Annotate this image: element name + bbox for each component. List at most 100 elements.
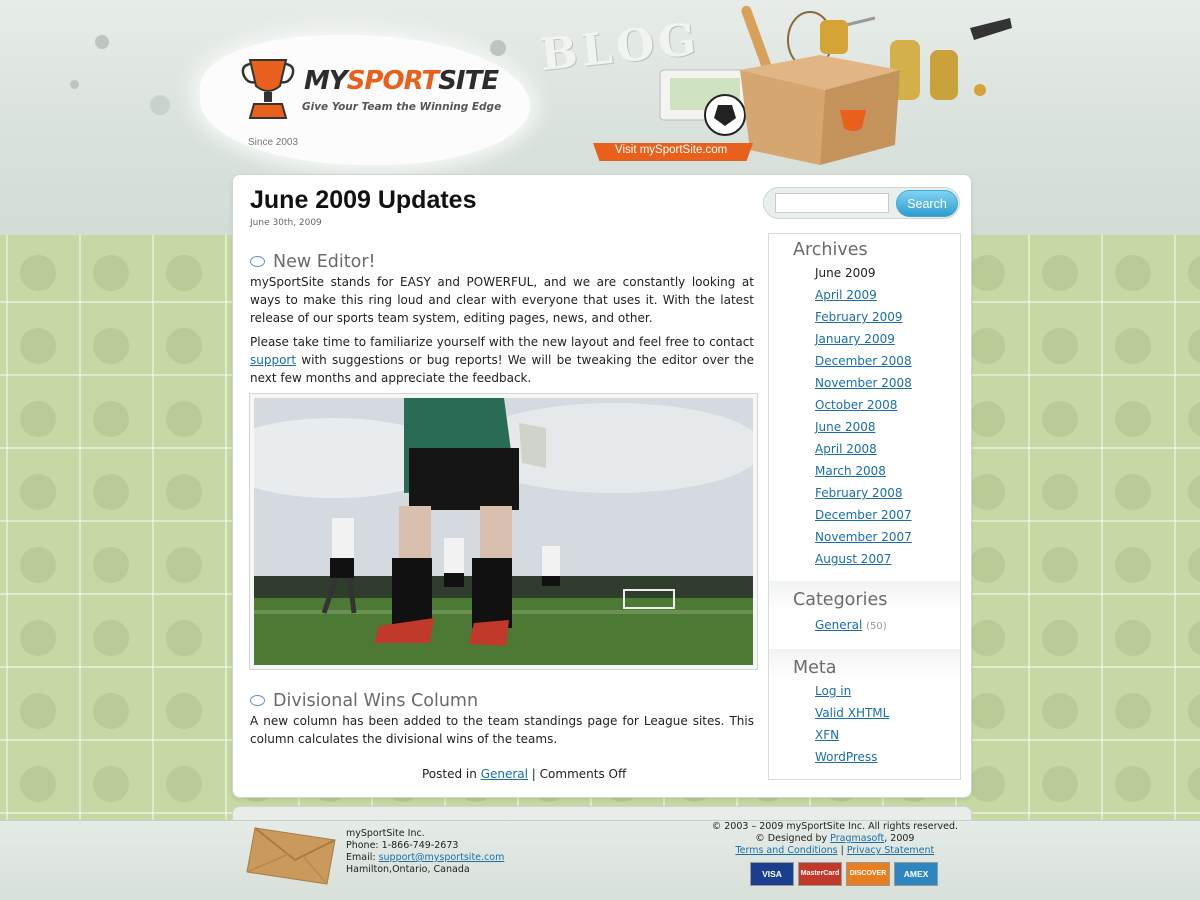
- policy-links: Terms and Conditions | Privacy Statement: [735, 845, 935, 856]
- search-input[interactable]: [775, 193, 889, 213]
- archive-link[interactable]: April 2009: [815, 288, 877, 302]
- email-link[interactable]: support@mysportsite.com: [379, 852, 505, 863]
- archive-link[interactable]: December 2007: [815, 508, 912, 522]
- paragraph-text: Please take time to familiarize yourself…: [250, 335, 754, 349]
- archive-item: December 2007: [815, 507, 912, 529]
- copyright-text: © 2003 – 2009 mySportSite Inc. All right…: [711, 821, 958, 832]
- category-count: (50): [866, 621, 887, 632]
- sport-figure-icon: [1188, 547, 1200, 583]
- company-name: mySportSite Inc.: [346, 828, 425, 839]
- comments-status: Comments Off: [539, 767, 627, 781]
- meta-item: XFN: [815, 727, 889, 749]
- logo-wordmark: MYSPORTSITE: [304, 66, 499, 96]
- sport-figure-icon: [20, 620, 56, 656]
- archive-link[interactable]: November 2007: [815, 530, 912, 544]
- sport-figure-icon: [93, 620, 129, 656]
- sport-figure-icon: [1115, 620, 1151, 656]
- search-bar: Search: [763, 187, 960, 219]
- email-line: Email: support@mysportsite.com: [346, 852, 504, 864]
- sport-figure-icon: [1188, 474, 1200, 510]
- site-logo[interactable]: MYSPORTSITE Give Your Team the Winning E…: [240, 56, 530, 126]
- sidebar: Archives June 2009 April 2009 February 2…: [768, 233, 961, 780]
- designer-link[interactable]: Pragmasoft: [830, 833, 884, 844]
- sport-figure-icon: [93, 255, 129, 291]
- sport-figure-icon: [1042, 693, 1078, 729]
- sport-figure-icon: [20, 401, 56, 437]
- post-meta: Posted in General | Comments Off: [422, 767, 627, 781]
- sport-figure-icon: [20, 255, 56, 291]
- category-link[interactable]: General: [815, 618, 862, 632]
- support-link[interactable]: support: [250, 353, 296, 367]
- archive-item: August 2007: [815, 551, 912, 573]
- sport-figure-icon: [1042, 401, 1078, 437]
- sport-figure-icon: [1188, 693, 1200, 729]
- archive-link[interactable]: January 2009: [815, 332, 895, 346]
- archive-link[interactable]: March 2008: [815, 464, 886, 478]
- archives-heading: Archives: [793, 240, 868, 260]
- meta-link[interactable]: Log in: [815, 684, 851, 698]
- sport-figure-icon: [1188, 255, 1200, 291]
- category-link[interactable]: General: [481, 767, 528, 781]
- post-title[interactable]: June 2009 Updates: [250, 186, 477, 215]
- visit-site-link[interactable]: Visit mySportSite.com: [593, 143, 753, 161]
- category-item: General (50): [815, 617, 887, 639]
- archive-link[interactable]: October 2008: [815, 398, 897, 412]
- sport-figure-icon: [1115, 547, 1151, 583]
- email-label: Email:: [346, 852, 379, 863]
- legal-info: © 2003 – 2009 mySportSite Inc. All right…: [712, 821, 958, 857]
- sport-figure-icon: [1042, 328, 1078, 364]
- post-date: June 30th, 2009: [250, 218, 322, 228]
- logo-sport: SPORT: [346, 66, 439, 96]
- ink-splatter: [70, 80, 79, 89]
- meta-link[interactable]: Valid XHTML: [815, 706, 889, 720]
- sport-figure-icon: [20, 693, 56, 729]
- sport-figure-icon: [969, 766, 1005, 802]
- payment-cards: VISA MasterCard DISCOVER AMEX: [750, 862, 940, 886]
- speech-bubble-icon: [250, 256, 265, 267]
- sport-figure-icon: [1115, 401, 1151, 437]
- archive-link[interactable]: December 2008: [815, 354, 912, 368]
- archive-item: December 2008: [815, 353, 912, 375]
- archive-current-label: June 2009: [815, 266, 876, 280]
- archive-link[interactable]: June 2008: [815, 420, 876, 434]
- sport-figure-icon: [93, 693, 129, 729]
- sport-figure-icon: [969, 401, 1005, 437]
- sport-figure-icon: [1188, 401, 1200, 437]
- sport-figure-icon: [1042, 547, 1078, 583]
- amex-card-icon: AMEX: [894, 862, 938, 886]
- sport-figure-icon: [969, 328, 1005, 364]
- search-button[interactable]: Search: [896, 190, 958, 217]
- sport-figure-icon: [1042, 620, 1078, 656]
- sport-figure-icon: [1188, 620, 1200, 656]
- speech-bubble-icon: [250, 695, 265, 706]
- archive-link[interactable]: February 2009: [815, 310, 903, 324]
- archive-item: February 2009: [815, 309, 912, 331]
- meta-item: Log in: [815, 683, 889, 705]
- section-heading-text: Divisional Wins Column: [273, 691, 479, 711]
- paragraph-text: with suggestions or bug reports! We will…: [250, 353, 754, 385]
- terms-link[interactable]: Terms and Conditions: [735, 845, 837, 856]
- contact-info: mySportSite Inc. Phone: 1-866-749-2673 E…: [346, 828, 504, 876]
- paragraph: Please take time to familiarize yourself…: [250, 333, 754, 387]
- logo-site: SITE: [438, 66, 499, 96]
- sport-figure-icon: [93, 547, 129, 583]
- archive-link[interactable]: April 2008: [815, 442, 877, 456]
- sport-figure-icon: [20, 328, 56, 364]
- archive-link[interactable]: August 2007: [815, 552, 891, 566]
- privacy-link[interactable]: Privacy Statement: [847, 845, 934, 856]
- sport-figure-icon: [1042, 766, 1078, 802]
- sport-figure-icon: [93, 474, 129, 510]
- meta-link[interactable]: WordPress: [815, 750, 877, 764]
- company-location: Hamilton,Ontario, Canada: [346, 864, 470, 875]
- archive-link[interactable]: February 2008: [815, 486, 903, 500]
- sport-figure-icon: [93, 401, 129, 437]
- footer-tab: [232, 806, 972, 820]
- archive-link[interactable]: November 2008: [815, 376, 912, 390]
- mastercard-card-icon: MasterCard: [798, 862, 842, 886]
- sport-figure-icon: [1042, 255, 1078, 291]
- archives-list: June 2009 April 2009 February 2009 Janua…: [815, 265, 912, 573]
- footer-background: [0, 820, 1200, 900]
- designed-by-label: © Designed by: [755, 833, 831, 844]
- meta-link[interactable]: XFN: [815, 728, 839, 742]
- meta-item: WordPress: [815, 749, 889, 771]
